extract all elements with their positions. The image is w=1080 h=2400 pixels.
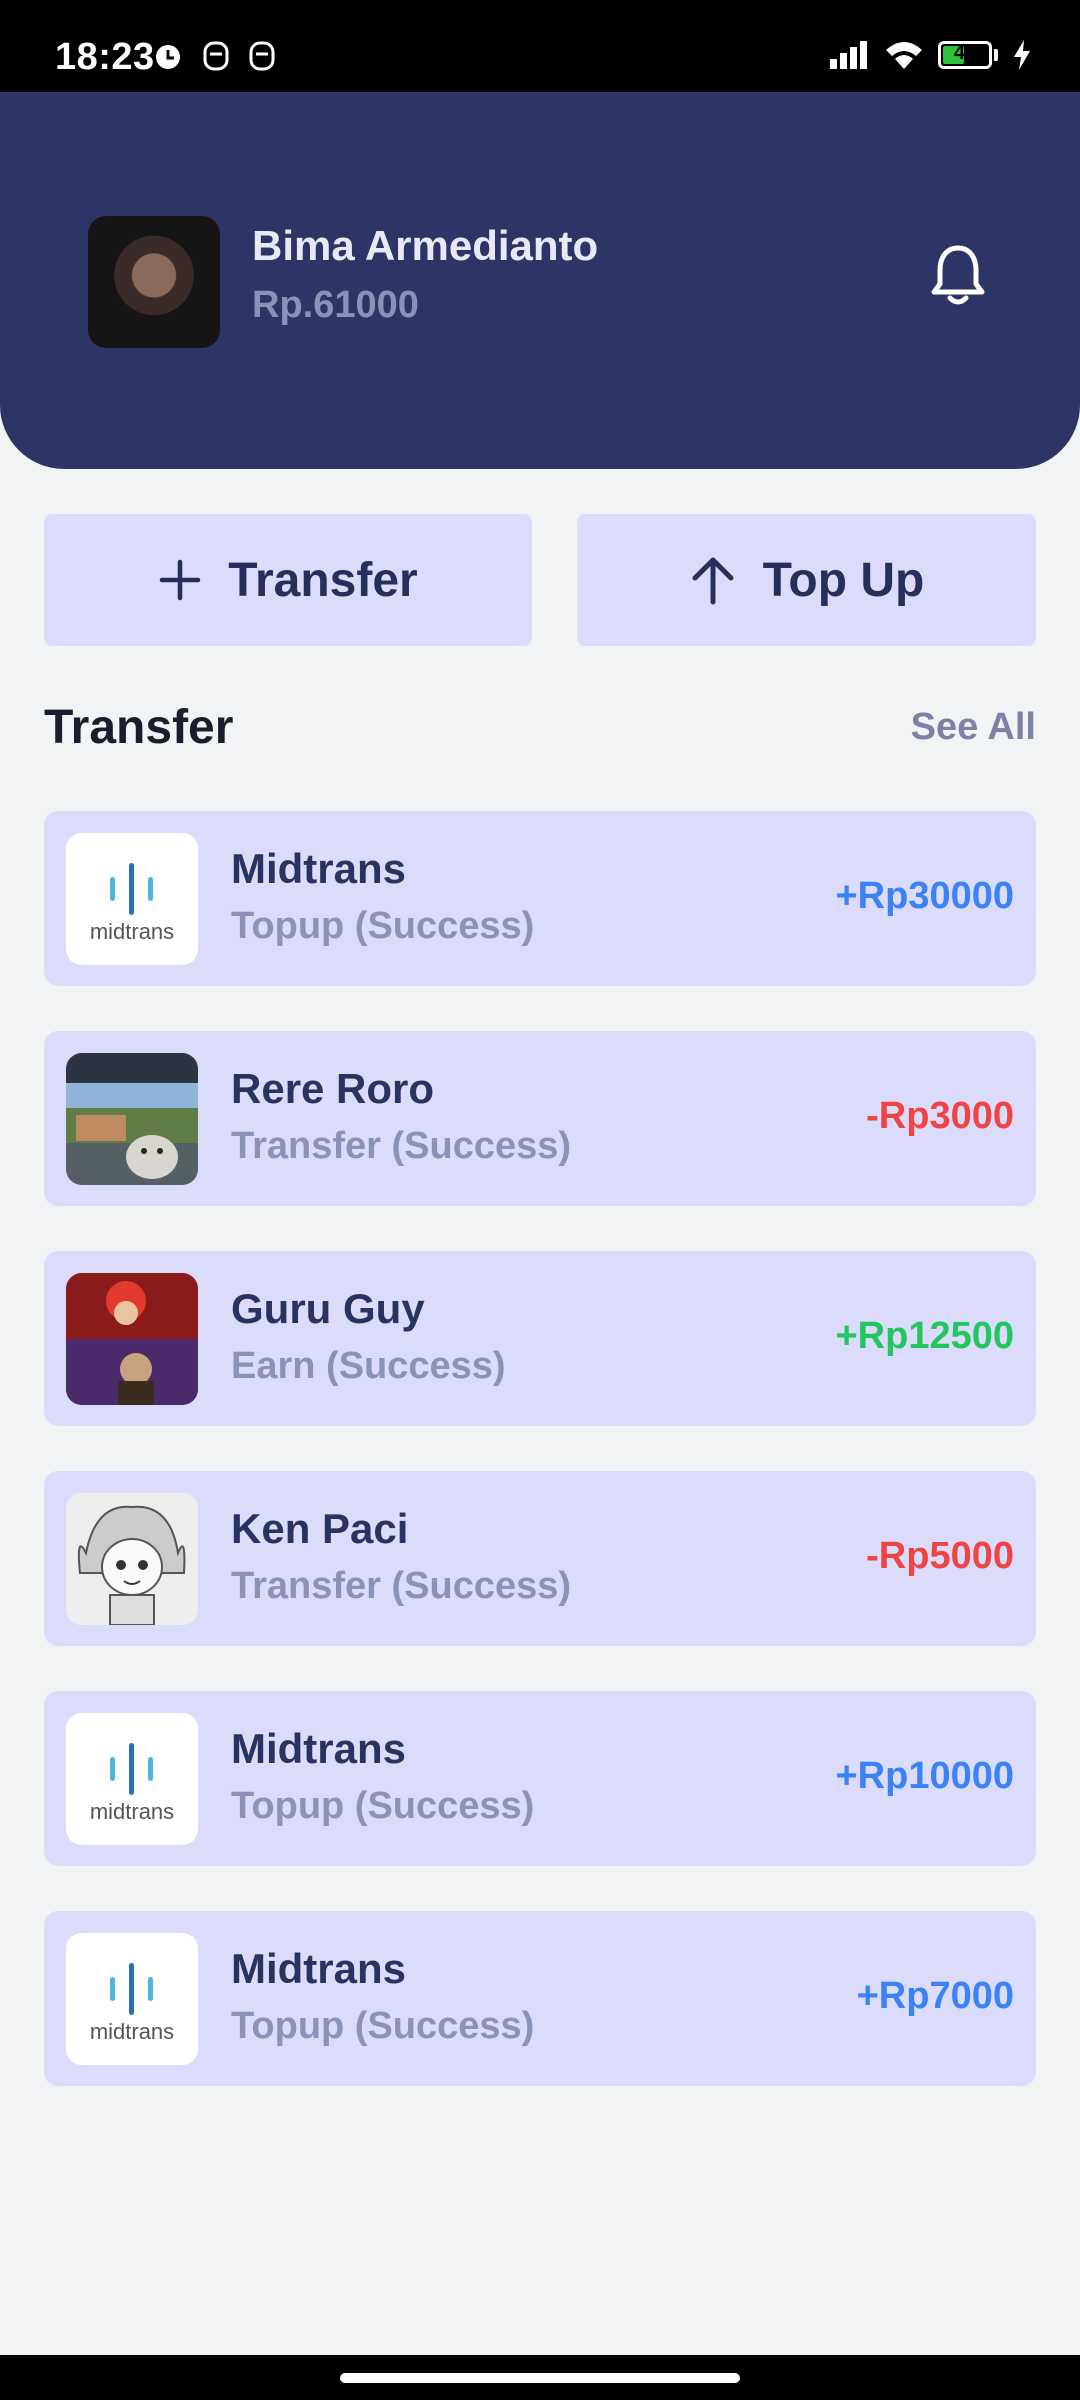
status-bar: 18:23 41 (0, 0, 1080, 92)
see-all-link[interactable]: See All (911, 706, 1036, 749)
transfer-button-label: Transfer (228, 553, 418, 607)
alarm-icon (156, 45, 180, 69)
navigation-bar (0, 2355, 1080, 2400)
midtrans-logo: midtrans (66, 1933, 198, 2065)
transaction-item[interactable]: Ken Paci Transfer (Success) -Rp5000 (44, 1471, 1036, 1646)
transaction-name: Midtrans (231, 1725, 407, 1772)
notification-app-icon (249, 41, 275, 71)
poster-photo (66, 1273, 198, 1405)
top-up-button-label: Top Up (762, 553, 925, 607)
avatar[interactable] (88, 216, 220, 348)
transaction-name: Ken Paci (231, 1505, 409, 1552)
transaction-item[interactable]: midtrans Midtrans Topup (Success) +Rp700… (44, 1911, 1036, 2086)
transaction-status: Topup (Success) (231, 1785, 535, 1827)
transaction-amount: +Rp10000 (835, 1755, 1014, 1797)
manga-photo (66, 1493, 198, 1625)
transaction-name: Midtrans (231, 1945, 407, 1992)
battery-icon: 41 (938, 41, 992, 69)
wifi-icon (886, 42, 922, 69)
transaction-item[interactable]: midtrans Midtrans Topup (Success) +Rp100… (44, 1691, 1036, 1866)
transaction-status: Topup (Success) (231, 905, 535, 947)
cat-photo (66, 1053, 198, 1185)
transaction-item[interactable]: midtrans Midtrans Topup (Success) +Rp300… (44, 811, 1036, 986)
transaction-status: Transfer (Success) (231, 1565, 572, 1607)
transaction-amount: +Rp12500 (835, 1315, 1014, 1357)
transaction-name: Rere Roro (231, 1065, 435, 1112)
transaction-status: Earn (Success) (231, 1345, 506, 1387)
bell-icon[interactable] (928, 242, 988, 310)
section-title: Transfer (44, 701, 234, 754)
user-name: Bima Armedianto (252, 222, 599, 269)
profile-header: Bima Armedianto Rp.61000 (0, 92, 1080, 469)
plus-icon (160, 559, 201, 601)
notification-app-icon (203, 41, 229, 71)
transaction-amount: -Rp3000 (866, 1095, 1014, 1137)
transaction-amount: -Rp5000 (866, 1535, 1014, 1577)
transaction-list: midtrans Midtrans Topup (Success) +Rp300… (44, 811, 1036, 2131)
user-balance: Rp.61000 (252, 284, 419, 326)
charging-icon (1014, 40, 1030, 70)
transaction-status: Transfer (Success) (231, 1125, 572, 1167)
transaction-item[interactable]: Guru Guy Earn (Success) +Rp12500 (44, 1251, 1036, 1426)
midtrans-logo: midtrans (66, 1713, 198, 1845)
top-up-button[interactable]: Top Up (577, 514, 1036, 646)
transaction-name: Midtrans (231, 845, 407, 892)
transaction-item[interactable]: Rere Roro Transfer (Success) -Rp3000 (44, 1031, 1036, 1206)
transaction-name: Guru Guy (231, 1285, 425, 1332)
signal-icon (830, 41, 867, 69)
status-time: 18:23 (55, 36, 155, 78)
transaction-status: Topup (Success) (231, 2005, 535, 2047)
transfer-button[interactable]: Transfer (44, 514, 532, 646)
arrow-up-icon (692, 557, 734, 605)
home-gesture-bar[interactable] (340, 2373, 740, 2383)
transaction-amount: +Rp30000 (835, 875, 1014, 917)
midtrans-logo: midtrans (66, 833, 198, 965)
transaction-amount: +Rp7000 (856, 1975, 1014, 2017)
